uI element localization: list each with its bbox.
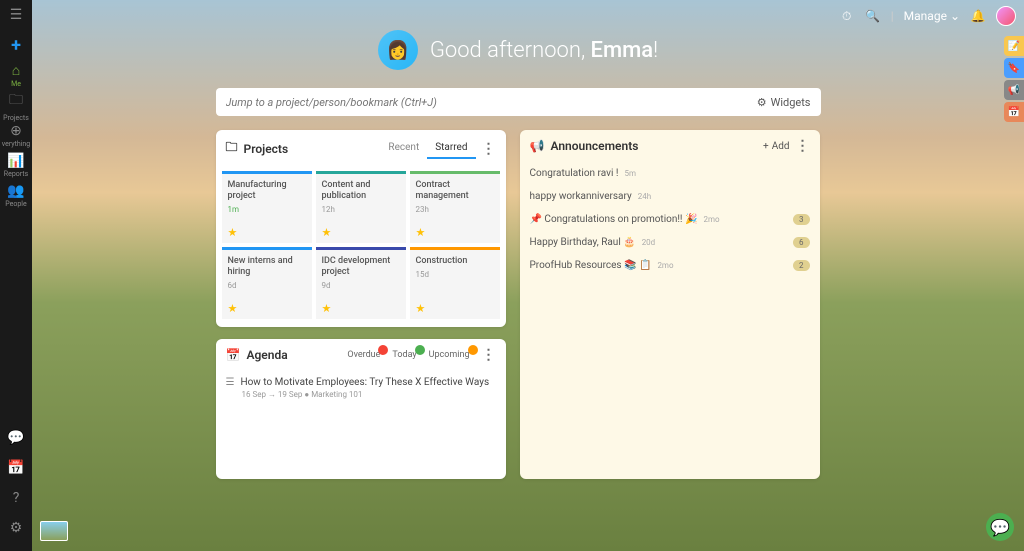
search-bar: ⚙ Widgets — [216, 88, 821, 116]
announcement-badge: 3 — [793, 214, 810, 225]
agenda-panel: 📅 Agenda Overdue Today Upcoming ⋮ ☰ How … — [216, 339, 506, 479]
bell-icon[interactable]: 🔔 — [970, 8, 986, 24]
project-title: Construction — [416, 256, 494, 267]
dock-calendar[interactable]: 📅 — [1004, 102, 1024, 122]
dock-announce[interactable]: 📢 — [1004, 80, 1024, 100]
project-title: New interns and hiring — [228, 256, 306, 278]
project-card[interactable]: IDC development project 9d ★ — [316, 247, 406, 319]
project-time: 15d — [416, 270, 494, 279]
sidebar-item-people[interactable]: 👥 People — [0, 180, 32, 210]
calendar-icon: 📅 — [226, 348, 241, 362]
dock-notes[interactable]: 📝 — [1004, 36, 1024, 56]
star-icon[interactable]: ★ — [322, 226, 332, 239]
sidebar-item-me[interactable]: ⌂ Me — [0, 60, 32, 90]
main: 👩 Good afternoon, Emma! ⚙ Widgets 🗀 Proj… — [32, 0, 1004, 551]
sidebar: ☰ + ⌂ Me 🗀 Projects ⊕ verything 📊 Report… — [0, 0, 32, 551]
project-card[interactable]: Manufacturing project 1m ★ — [222, 171, 312, 243]
wallpaper-thumbnail[interactable] — [40, 521, 68, 541]
sidebar-help[interactable]: ? — [0, 483, 32, 513]
project-time: 9d — [322, 281, 400, 290]
announcement-time: 2mo — [657, 261, 673, 270]
tab-today[interactable]: Today — [386, 347, 422, 363]
search-input[interactable] — [226, 96, 757, 109]
agenda-more[interactable]: ⋮ — [482, 347, 496, 363]
widgets-button[interactable]: ⚙ Widgets — [757, 96, 811, 109]
folder-icon: 🗀 — [226, 138, 238, 159]
project-time: 12h — [322, 205, 400, 214]
agenda-task[interactable]: ☰ How to Motivate Employees: Try These X… — [226, 377, 496, 388]
star-icon[interactable]: ★ — [228, 302, 238, 315]
announcement-badge: 2 — [793, 260, 810, 271]
tab-starred[interactable]: Starred — [427, 138, 475, 159]
hamburger-icon[interactable]: ☰ — [0, 0, 32, 30]
sidebar-calendar[interactable]: 📅 — [0, 453, 32, 483]
agenda-task-meta: 16 Sep → 19 Sep ● Marketing 101 — [242, 390, 496, 399]
tab-recent[interactable]: Recent — [380, 138, 427, 159]
megaphone-icon: 📢 — [530, 139, 545, 153]
project-card[interactable]: Contract management 23h ★ — [410, 171, 500, 243]
add-announcement[interactable]: + Add — [763, 141, 790, 152]
tab-overdue[interactable]: Overdue — [341, 347, 386, 363]
timer-icon[interactable]: ⏱ — [839, 8, 855, 24]
announcement-time: 20d — [642, 238, 656, 247]
announcement-time: 5m — [624, 169, 636, 178]
project-card[interactable]: Content and publication 12h ★ — [316, 171, 406, 243]
dock-bookmark[interactable]: 🔖 — [1004, 58, 1024, 78]
manage-dropdown[interactable]: Manage ⌄ — [904, 9, 960, 23]
list-icon: ☰ — [226, 377, 235, 388]
announcement-item[interactable]: Congratulation ravi !5m — [530, 162, 810, 185]
project-time: 23h — [416, 205, 494, 214]
announcement-item[interactable]: Happy Birthday, Raul 🎂20d6 — [530, 231, 810, 254]
plus-icon: + — [763, 141, 769, 152]
sidebar-item-everything[interactable]: ⊕ verything — [0, 120, 32, 150]
announcement-time: 2mo — [703, 215, 719, 224]
announcements-panel: 📢 Announcements + Add ⋮ Congratulation r… — [520, 130, 820, 479]
project-title: Content and publication — [322, 180, 400, 202]
greeting: 👩 Good afternoon, Emma! — [32, 30, 1004, 70]
sidebar-item-reports[interactable]: 📊 Reports — [0, 150, 32, 180]
people-icon: 👥 — [7, 183, 24, 199]
greeting-text: Good afternoon, Emma! — [430, 38, 658, 63]
announcement-item[interactable]: ProofHub Resources 📚 📋2mo2 — [530, 254, 810, 277]
globe-icon: ⊕ — [10, 123, 22, 139]
sidebar-item-projects[interactable]: 🗀 Projects — [0, 90, 32, 120]
announcement-time: 24h — [638, 192, 651, 201]
projects-title: Projects — [244, 142, 289, 156]
sidebar-chat[interactable]: 💬 — [0, 423, 32, 453]
announcement-item[interactable]: happy workanniversary24h — [530, 185, 810, 208]
home-icon: ⌂ — [12, 62, 20, 79]
avatar[interactable] — [996, 6, 1016, 26]
project-card[interactable]: Construction 15d ★ — [410, 247, 500, 319]
star-icon[interactable]: ★ — [416, 302, 426, 315]
star-icon[interactable]: ★ — [322, 302, 332, 315]
announcements-more[interactable]: ⋮ — [796, 138, 810, 154]
projects-panel: 🗀 Projects Recent Starred ⋮ Manufacturin… — [216, 130, 506, 327]
star-icon[interactable]: ★ — [228, 226, 238, 239]
add-button[interactable]: + — [0, 30, 32, 60]
project-title: Manufacturing project — [228, 180, 306, 202]
folder-icon: 🗀 — [9, 89, 23, 113]
announcements-title: Announcements — [550, 139, 638, 153]
star-icon[interactable]: ★ — [416, 226, 426, 239]
project-title: IDC development project — [322, 256, 400, 278]
gear-icon: ⚙ — [757, 96, 767, 109]
chart-icon: 📊 — [7, 153, 24, 169]
announcement-item[interactable]: 📌 Congratulations on promotion!! 🎉2mo3 — [530, 208, 810, 231]
agenda-title: Agenda — [246, 348, 287, 362]
topbar: ⏱ 🔍 | Manage ⌄ 🔔 — [839, 6, 1016, 26]
project-time: 1m — [228, 205, 306, 214]
tab-upcoming[interactable]: Upcoming — [423, 347, 476, 363]
search-icon[interactable]: 🔍 — [865, 8, 881, 24]
project-title: Contract management — [416, 180, 494, 202]
announcement-badge: 6 — [793, 237, 810, 248]
chevron-down-icon: ⌄ — [950, 9, 960, 23]
sidebar-settings[interactable]: ⚙ — [0, 513, 32, 543]
right-dock: 📝 🔖 📢 📅 — [1004, 36, 1024, 122]
chat-fab[interactable]: 💬 — [986, 513, 1014, 541]
project-time: 6d — [228, 281, 306, 290]
greeting-avatar: 👩 — [378, 30, 418, 70]
project-card[interactable]: New interns and hiring 6d ★ — [222, 247, 312, 319]
projects-more[interactable]: ⋮ — [482, 141, 496, 157]
